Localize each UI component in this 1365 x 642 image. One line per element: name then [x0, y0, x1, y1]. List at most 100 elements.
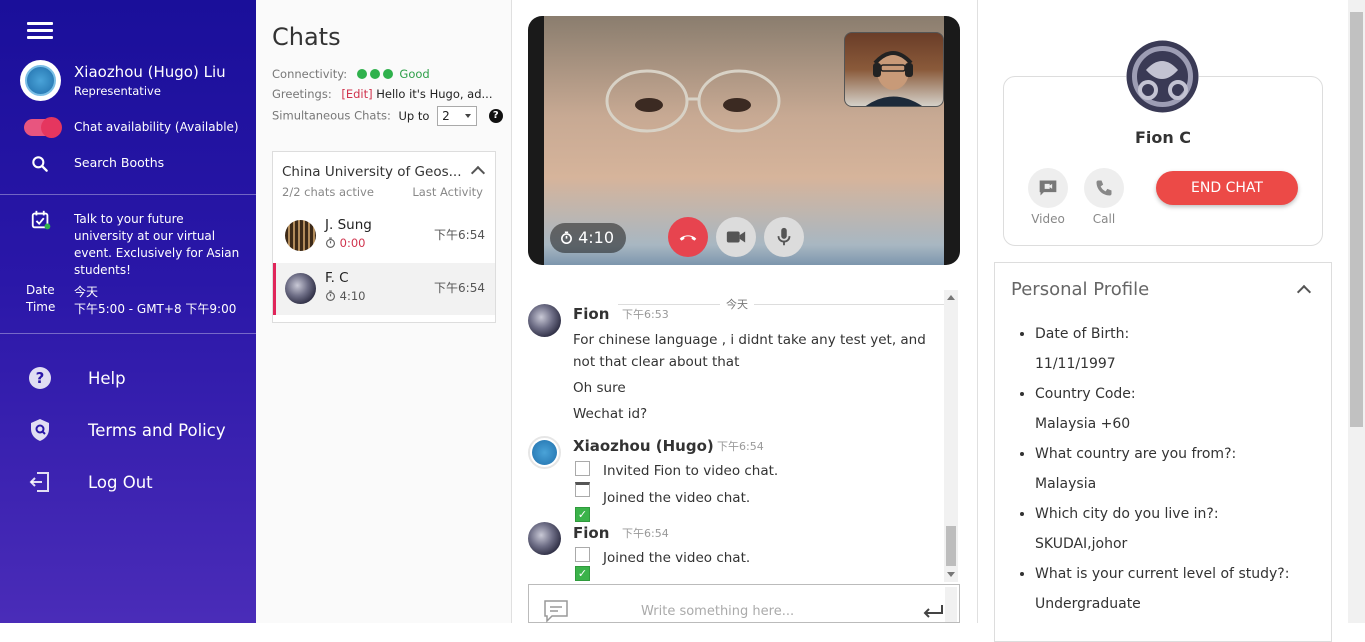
timer-icon [325, 290, 336, 301]
chat-row-time: 下午6:54 [434, 281, 485, 295]
contact-avatar [1126, 40, 1199, 113]
page-scrollbar[interactable] [1348, 0, 1365, 623]
chat-row-name: J. Sung [325, 217, 372, 233]
end-chat-button[interactable]: END CHAT [1156, 171, 1298, 205]
microphone-toggle-button[interactable] [764, 217, 804, 257]
message-time: 下午6:53 [622, 308, 669, 321]
divider [0, 333, 256, 334]
event-checkbox [575, 547, 590, 562]
profile-answer: Malaysia +60 [1035, 416, 1131, 432]
profile-question: What country are you from?: [1035, 439, 1325, 469]
date-value: 今天 [74, 285, 99, 299]
call-timer-value: 4:10 [578, 228, 615, 247]
self-video-preview[interactable] [844, 32, 944, 107]
hang-up-button[interactable] [668, 217, 708, 257]
search-icon[interactable] [30, 154, 50, 174]
event-text: Joined the video chat. [603, 550, 751, 566]
message-time: 下午6:54 [622, 527, 669, 540]
scroll-thumb[interactable] [946, 526, 956, 566]
video-button[interactable] [1028, 168, 1068, 208]
last-activity-label: Last Activity [412, 185, 483, 199]
message-text: Oh sure [573, 380, 626, 396]
scroll-down-arrow[interactable] [947, 572, 955, 577]
event-text: Invited Fion to video chat. [603, 463, 779, 479]
rep-avatar [20, 60, 61, 101]
menu-icon[interactable] [27, 22, 53, 40]
avatar [528, 436, 561, 469]
simultaneous-label: Simultaneous Chats: [272, 108, 391, 123]
scroll-up-arrow[interactable] [947, 295, 955, 300]
simultaneous-select[interactable]: 2 [437, 106, 478, 126]
nav-logout[interactable]: Log Out [28, 470, 153, 494]
profile-answer: Malaysia [1035, 476, 1097, 492]
event-checkbox [575, 461, 590, 476]
message-list: 今天 Fion 下午6:53 For chinese language , i … [528, 290, 960, 582]
avatar [285, 273, 316, 304]
profile-question: Country Code: [1035, 379, 1325, 409]
day-divider-label: 今天 [720, 296, 754, 312]
connectivity-row: Connectivity: Good [272, 67, 430, 81]
phone-hangup-icon [679, 235, 697, 241]
message-text: Wechat id? [573, 406, 648, 422]
chat-row[interactable]: J. Sung 0:00 下午6:54 [273, 210, 495, 262]
personal-profile-card: Personal Profile Date of Birth: 11/11/19… [994, 262, 1332, 642]
availability-toggle[interactable] [24, 117, 62, 138]
message-sender: Fion [573, 524, 610, 542]
message-text: For chinese language , i didnt take any … [573, 332, 926, 348]
message-bubble-icon [544, 600, 568, 623]
chat-row-active[interactable]: F. C 4:10 下午6:54 [273, 263, 495, 315]
personal-profile-title: Personal Profile [1011, 279, 1150, 300]
profile-answer: Undergraduate [1035, 596, 1141, 612]
video-camera-icon [726, 231, 746, 243]
shield-icon [31, 419, 49, 441]
timer-icon [325, 237, 336, 248]
greetings-edit-link[interactable]: [Edit] [341, 87, 372, 101]
calendar-icon [31, 210, 51, 230]
nav-help[interactable]: ? Help [28, 366, 126, 390]
camera-toggle-button[interactable] [716, 217, 756, 257]
chat-row-duration: 0:00 [325, 236, 365, 250]
page-scroll-thumb[interactable] [1350, 12, 1363, 427]
message-sender: Xiaozhou (Hugo) [573, 437, 714, 455]
chat-row-time: 下午6:54 [434, 228, 485, 242]
connectivity-label: Connectivity: [272, 67, 348, 81]
phone-icon [1096, 180, 1112, 196]
simultaneous-prefix: Up to [398, 108, 430, 123]
event-checkbox [575, 482, 590, 497]
contact-name: Fion C [1134, 128, 1192, 147]
microphone-icon [777, 227, 791, 246]
avatar [528, 522, 561, 555]
search-booths-link[interactable]: Search Booths [74, 155, 164, 170]
profile-question: Date of Birth: [1035, 319, 1325, 349]
chat-row-duration: 4:10 [325, 289, 365, 303]
composer-scrollbar[interactable] [945, 587, 957, 622]
profile-panel: Fion C Video Call END CHAT Personal Prof… [977, 0, 1347, 642]
profile-answer: SKUDAI,johor [1035, 536, 1128, 552]
rep-name: Xiaozhou (Hugo) Liu [74, 63, 226, 81]
availability-label: Chat availability (Available) [74, 120, 239, 134]
help-question-icon[interactable]: ? [488, 109, 503, 123]
nav-logout-label: Log Out [88, 472, 153, 492]
nav-terms[interactable]: Terms and Policy [28, 418, 226, 442]
chevron-up-icon[interactable] [470, 165, 486, 181]
greetings-value: Hello it's Hugo, ad... [376, 87, 493, 101]
messages-scrollbar[interactable] [944, 290, 958, 582]
nav-terms-label: Terms and Policy [88, 420, 226, 440]
profile-answer: 11/11/1997 [1035, 356, 1116, 372]
profile-question: What is your current level of study?: [1035, 559, 1325, 589]
message-composer[interactable]: Write something here... [528, 584, 960, 623]
profile-question: Which city do you live in?: [1035, 499, 1325, 529]
avatar [285, 220, 316, 251]
video-button-label: Video [1031, 212, 1065, 226]
message-time: 下午6:54 [717, 440, 764, 453]
message-text: not that clear about that [573, 354, 740, 370]
enter-send-icon[interactable] [922, 604, 944, 620]
booth-card: China University of Geos... 2/2 chats ac… [272, 151, 496, 323]
booth-title: China University of Geos... [282, 164, 462, 180]
sidebar: Xiaozhou (Hugo) Liu Representative Chat … [0, 0, 256, 623]
call-button[interactable] [1084, 168, 1124, 208]
video-call-frame: 4:10 [528, 16, 960, 265]
chevron-up-icon[interactable] [1296, 284, 1312, 300]
event-text: Joined the video chat. [603, 490, 751, 506]
message-sender: Fion [573, 305, 610, 323]
